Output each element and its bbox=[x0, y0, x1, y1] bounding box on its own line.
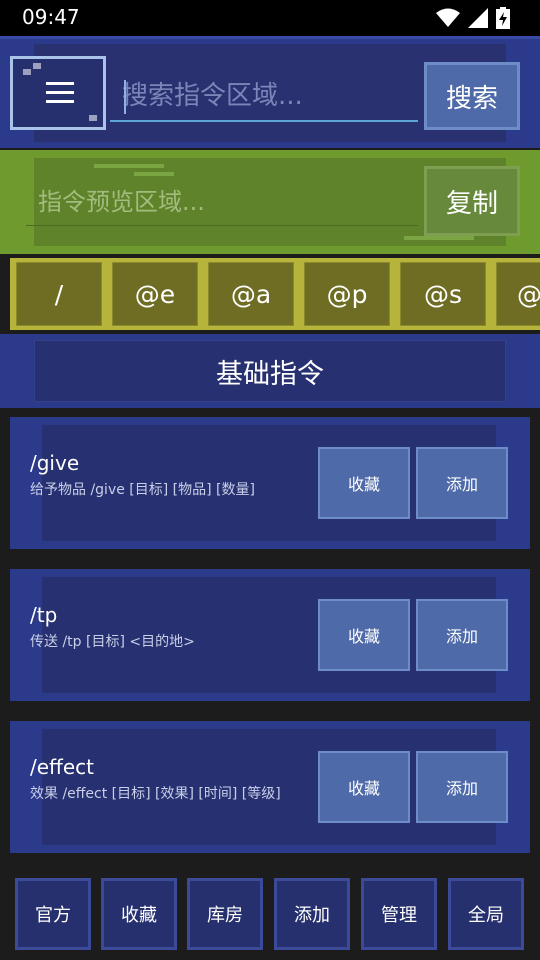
favorite-button[interactable]: 收藏 bbox=[318, 599, 410, 671]
selector-label: @a bbox=[230, 279, 272, 309]
signal-icon bbox=[468, 8, 488, 28]
nav-manage[interactable]: 管理 bbox=[361, 878, 437, 950]
command-name: /give bbox=[30, 451, 80, 475]
command-description: 传送 /tp [目标] <目的地> bbox=[30, 634, 195, 650]
selector-chip-e[interactable]: @e bbox=[112, 262, 198, 326]
favorite-button[interactable]: 收藏 bbox=[318, 751, 410, 823]
command-card-give: /give 给予物品 /give [目标] [物品] [数量] 收藏 添加 bbox=[10, 417, 530, 549]
command-card-tp: /tp 传送 /tp [目标] <目的地> 收藏 添加 bbox=[10, 569, 530, 701]
preview-input[interactable] bbox=[26, 178, 418, 226]
selector-chip-p[interactable]: @p bbox=[304, 262, 390, 326]
selector-chip-a[interactable]: @a bbox=[208, 262, 294, 326]
command-description: 效果 /effect [目标] [效果] [时间] [等级] bbox=[30, 786, 281, 802]
battery-charging-icon bbox=[496, 7, 510, 29]
command-name: /effect bbox=[30, 755, 94, 779]
hamburger-icon bbox=[46, 82, 74, 103]
selector-chip-slash[interactable]: / bbox=[16, 262, 102, 326]
add-button[interactable]: 添加 bbox=[416, 599, 508, 671]
search-input[interactable] bbox=[110, 72, 418, 122]
add-button[interactable]: 添加 bbox=[416, 447, 508, 519]
command-description: 给予物品 /give [目标] [物品] [数量] bbox=[30, 482, 255, 498]
nav-global[interactable]: 全局 bbox=[448, 878, 524, 950]
nav-library[interactable]: 库房 bbox=[187, 878, 263, 950]
wifi-icon bbox=[436, 8, 460, 27]
copy-button[interactable]: 复制 bbox=[424, 166, 520, 236]
selector-chip-s[interactable]: @s bbox=[400, 262, 486, 326]
selector-row: / @e @a @p @s @r bbox=[10, 258, 540, 330]
selector-label: @p bbox=[326, 279, 368, 309]
add-button[interactable]: 添加 bbox=[416, 751, 508, 823]
category-title: 基础指令 bbox=[34, 340, 506, 402]
command-card-effect: /effect 效果 /effect [目标] [效果] [时间] [等级] 收… bbox=[10, 721, 530, 853]
selector-label: @r bbox=[517, 279, 540, 309]
selector-label: @e bbox=[134, 279, 176, 309]
text-cursor bbox=[124, 80, 126, 114]
selector-label: @s bbox=[423, 279, 463, 309]
selector-chip-r[interactable]: @r bbox=[496, 262, 540, 326]
favorite-button[interactable]: 收藏 bbox=[318, 447, 410, 519]
command-name: /tp bbox=[30, 603, 58, 627]
search-button[interactable]: 搜索 bbox=[424, 62, 520, 130]
status-clock: 09:47 bbox=[22, 5, 80, 29]
nav-official[interactable]: 官方 bbox=[15, 878, 91, 950]
menu-button[interactable] bbox=[10, 56, 106, 130]
status-icons bbox=[436, 7, 510, 29]
nav-add[interactable]: 添加 bbox=[274, 878, 350, 950]
selector-label: / bbox=[54, 279, 64, 309]
nav-favorites[interactable]: 收藏 bbox=[101, 878, 177, 950]
